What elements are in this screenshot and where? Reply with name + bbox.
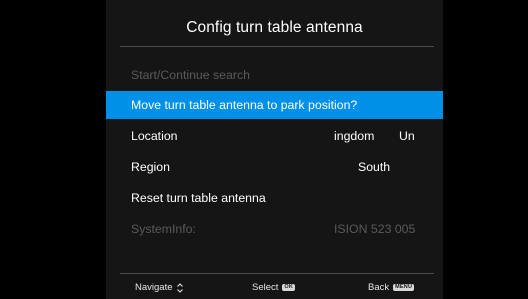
menu-item-label: Start/Continue search	[131, 68, 250, 82]
select-hint: Select OK	[252, 282, 296, 293]
menu-item-move-to-park-position[interactable]: Move turn table antenna to park position…	[106, 91, 443, 119]
menu-item-label: Location	[131, 129, 178, 143]
menu-item-label: Move turn table antenna to park position…	[131, 98, 358, 112]
ok-key-icon: OK	[282, 284, 296, 291]
navigate-hint: Navigate	[135, 282, 183, 293]
menu-item-region[interactable]: Region South	[106, 153, 443, 181]
menu-item-reset-antenna[interactable]: Reset turn table antenna	[106, 184, 443, 212]
dialog-title: Config turn table antenna	[186, 19, 363, 36]
location-value-scroll-part-2: Un	[399, 129, 415, 143]
config-dialog: Config turn table antenna Start/Continue…	[106, 0, 443, 299]
region-value: South	[358, 160, 391, 174]
system-info-value: ISION 523 005	[334, 222, 416, 236]
navigate-label: Navigate	[135, 282, 173, 293]
menu-item-start-continue-search[interactable]: Start/Continue search	[106, 61, 443, 89]
menu-item-label: Reset turn table antenna	[131, 191, 266, 205]
menu-item-system-info: SystemInfo: ISION 523 005	[106, 215, 443, 243]
title-divider	[120, 46, 434, 47]
back-hint: Back MENU	[368, 282, 415, 293]
back-label: Back	[368, 282, 390, 293]
menu-item-label: Region	[131, 160, 170, 174]
footer-divider	[120, 273, 434, 274]
location-value-scroll-part-1: ingdom	[334, 129, 375, 143]
menu-key-icon: MENU	[393, 284, 415, 291]
menu-item-location[interactable]: Location ingdom Un	[106, 122, 443, 150]
up-down-arrows-icon	[176, 282, 183, 293]
footer-hints: Navigate Select OK Back MENU	[106, 278, 443, 298]
select-label: Select	[252, 282, 279, 293]
menu-item-label: SystemInfo:	[131, 222, 196, 236]
